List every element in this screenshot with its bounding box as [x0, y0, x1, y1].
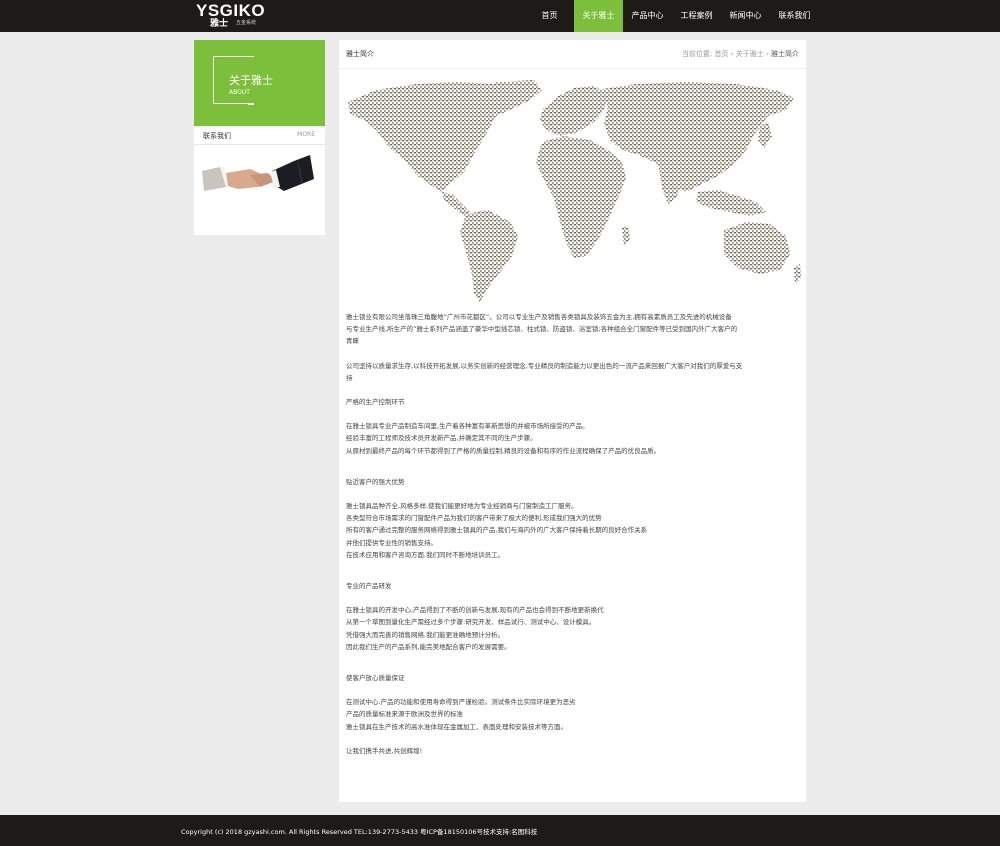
- about-banner: 关于雅士 ABOUT: [194, 40, 325, 126]
- logo-cn: 雅士: [210, 19, 229, 29]
- breadcrumb: 当前位置: 首页 › 关于雅士 › 雅士简介: [682, 49, 799, 59]
- chevron-right-icon: ›: [765, 50, 769, 58]
- section-heading: 贴近客户的强大优势: [346, 477, 405, 486]
- paragraph-line: 因此我们生产的产品系列,能完美地配合客户的发展需要。: [346, 642, 511, 651]
- section-heading: 专业的产品研发: [346, 582, 392, 591]
- about-subtitle: ABOUT: [229, 89, 250, 96]
- contact-header: 联系我们 MORE: [194, 127, 325, 145]
- paragraph-line: 从第一个草图到量化生产需经过多个步骤:研究开发、样品试行、测试中心、设计模具。: [346, 618, 596, 627]
- paragraph-line: 青睐: [346, 337, 359, 346]
- paragraph-line: 各类型符合市场需求的门窗配件产品为我们的客户带来了极大的便利,形成我们强大的优势: [346, 514, 602, 523]
- main-nav: 首页 关于雅士 产品中心 工程案例 新闻中心 联系我们: [525, 0, 819, 32]
- main-content: 雅士简介 当前位置: 首页 › 关于雅士 › 雅士简介 雅士锁业有限公司坐落珠三…: [339, 40, 806, 802]
- nav-news[interactable]: 新闻中心: [721, 0, 770, 32]
- nav-home[interactable]: 首页: [525, 0, 574, 32]
- paragraph-line: 在测试中心,产品的功能和使用寿命得到严谨检验。测试条件比实际环境更为恶劣: [346, 698, 576, 707]
- breadcrumb-home[interactable]: 首页: [714, 50, 728, 58]
- contact-title: 联系我们: [203, 132, 231, 140]
- paragraph-line: 经验丰富的工程师及技术员开发新产品,并确定其不同的生产步骤。: [346, 434, 537, 443]
- page-title: 雅士简介: [346, 50, 374, 58]
- paragraph-line: 雅士锁具在生产技术的高水准体现在金属加工、表面处理和安装技术等方面。: [346, 722, 567, 731]
- contact-card: 联系我们 MORE: [194, 127, 325, 235]
- about-title: 关于雅士: [229, 74, 273, 87]
- paragraph-line: 雅士锁具品种齐全,风格多样,使我们能更好地为专业经销商与门窗制造工厂服务。: [346, 502, 578, 511]
- section-heading: 使客户放心质量保证: [346, 674, 405, 683]
- contact-more-link[interactable]: MORE: [297, 131, 315, 138]
- paragraph-line: 从原材到最终产品的每个环节都得到了严格的质量控制,精良的设备和有序的作业流程确保…: [346, 446, 661, 455]
- breadcrumb-prefix: 当前位置:: [681, 50, 713, 58]
- footer-copyright: Copyright (c) 2018 gzyashi.com. All Righ…: [181, 828, 538, 836]
- logo-text: YSGIKO: [196, 1, 266, 20]
- paragraph-line: 在技术应用和客户咨询方面,我们同时不断地培训员工。: [346, 550, 505, 559]
- intro-text: 雅士锁业有限公司坐落珠三角腹地“广州市花都区”。公司以专业生产及销售各类锁具及装…: [346, 311, 801, 757]
- top-navbar: YSGIKO 雅士 五金系统 首页 关于雅士 产品中心 工程案例 新闻中心 联系…: [0, 0, 1000, 32]
- nav-products[interactable]: 产品中心: [623, 0, 672, 32]
- paragraph-line: 并他们提供专业性的销售支持。: [346, 538, 437, 547]
- closing-line: 让我们携手共进,共创辉煌!: [346, 746, 423, 755]
- nav-cases[interactable]: 工程案例: [672, 0, 721, 32]
- sidebar: 关于雅士 ABOUT 联系我们 MORE: [194, 40, 325, 235]
- logo[interactable]: YSGIKO 雅士 五金系统: [196, 2, 276, 30]
- paragraph-line: 所有的客户通过完整的服务网络得到雅士锁具的产品,我们与海内外的广大客户保持着长期…: [346, 526, 648, 535]
- world-map-image: [348, 80, 801, 302]
- paragraph-line: 在雅士锁具的开发中心,产品得到了不断的创新与发展,现有的产品也会得到不断地更新换…: [346, 606, 604, 615]
- paragraph-line: 在雅士锁具专业产品制造车间里,生产着各种富有革新思想的并被市场所接受的产品。: [346, 422, 589, 431]
- paragraph-line: 持: [346, 373, 353, 382]
- logo-sub: 五金系统: [236, 20, 257, 26]
- nav-about[interactable]: 关于雅士: [574, 0, 623, 32]
- handshake-image: [202, 155, 314, 191]
- chevron-right-icon: ›: [730, 50, 734, 58]
- nav-contact[interactable]: 联系我们: [770, 0, 819, 32]
- breadcrumb-current: 雅士简介: [771, 50, 799, 58]
- breadcrumb-about[interactable]: 关于雅士: [736, 50, 764, 58]
- paragraph-line: 与专业生产线,所生产的”雅士系列产品涵盖了豪华中型插芯锁、柱式锁、防盗锁、浴室锁…: [346, 325, 738, 334]
- footer: Copyright (c) 2018 gzyashi.com. All Righ…: [0, 815, 1000, 846]
- paragraph-line: 凭借强大而完善的销售网络,我们能更准确地预计分析。: [346, 630, 505, 639]
- paragraph-line: 雅士锁业有限公司坐落珠三角腹地“广州市花都区”。公司以专业生产及销售各类锁具及装…: [346, 313, 732, 321]
- paragraph-line: 产品的质量标准来源于欧洲及世界的标准: [346, 710, 463, 719]
- section-heading: 严格的生产控制环节: [346, 398, 405, 407]
- paragraph-line: 公司坚持以质量求生存,以科技开拓发展,以务实创新的经营理念,专业精良的制造能力以…: [346, 361, 743, 370]
- content-header: 雅士简介 当前位置: 首页 › 关于雅士 › 雅士简介: [339, 40, 806, 69]
